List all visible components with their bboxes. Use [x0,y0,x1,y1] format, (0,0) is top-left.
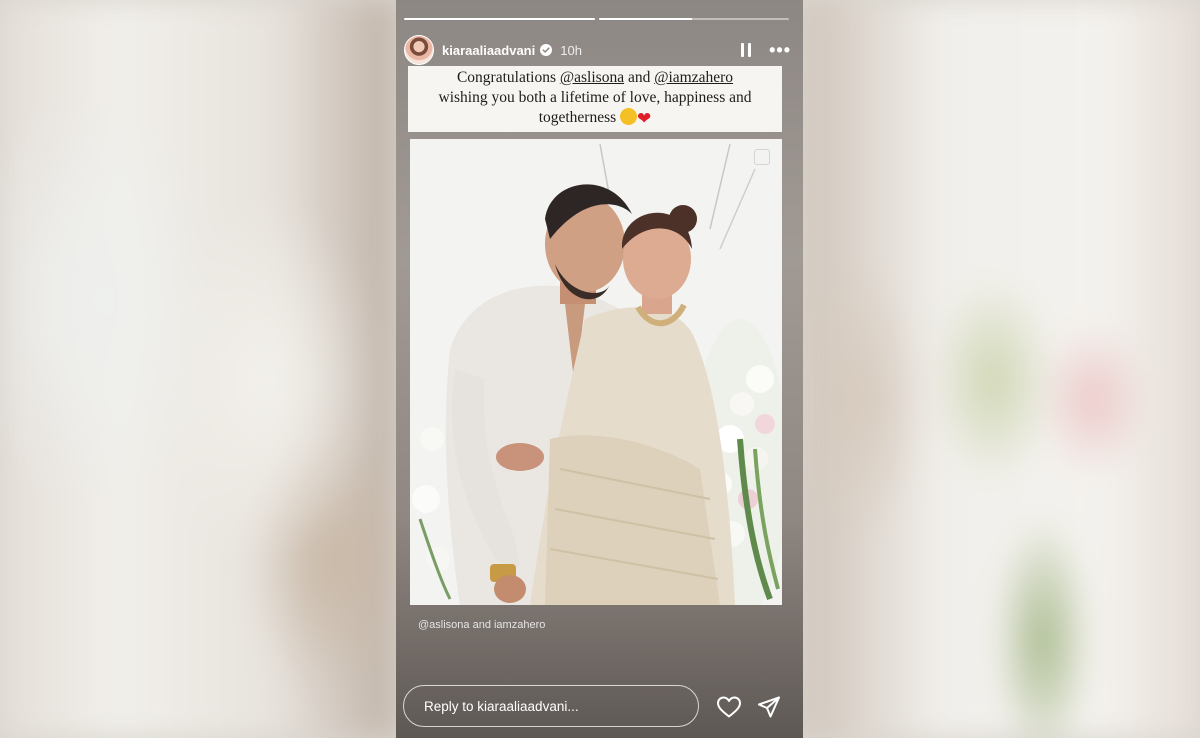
pause-icon[interactable] [741,43,753,57]
username[interactable]: kiaraaliaadvani [442,43,535,58]
header-actions: ••• [741,41,791,59]
story-viewer[interactable]: kiaraaliaadvani 10h ••• Congratulations … [396,0,803,738]
post-time: 10h [560,42,582,58]
mention-link[interactable]: @aslisona [560,69,624,86]
hugging-face-emoji-icon [620,108,638,125]
reply-input[interactable]: Reply to kiaraaliaadvani... [403,685,699,727]
story-header: kiaraaliaadvani 10h ••• [404,33,791,67]
heart-icon[interactable] [716,695,742,719]
send-icon[interactable] [757,695,781,719]
caption-line-3: togetherness ❤ [538,108,652,128]
blurred-background-right [803,0,1200,738]
photo-tags[interactable]: @aslisona and iamzahero [418,619,545,631]
progress-segment-current [598,18,789,20]
blurred-background-left [0,0,396,738]
caption-line-2: wishing you both a lifetime of love, hap… [438,89,752,106]
story-caption: Congratulations @aslisona and @iamzahero… [408,66,782,132]
select-icon [754,149,770,165]
couple-photo-illustration [410,139,782,605]
more-options-icon[interactable]: ••• [769,41,791,59]
story-progress-bar [404,18,789,20]
verified-badge-icon [540,44,553,56]
story-photo[interactable] [410,139,782,605]
avatar[interactable] [404,35,434,65]
reply-placeholder: Reply to kiaraaliaadvani... [424,698,579,714]
red-heart-emoji-icon: ❤ [637,109,652,128]
caption-line-1: Congratulations @aslisona and @iamzahero [456,69,734,86]
progress-segment [404,18,595,20]
mention-link[interactable]: @iamzahero [654,69,733,86]
